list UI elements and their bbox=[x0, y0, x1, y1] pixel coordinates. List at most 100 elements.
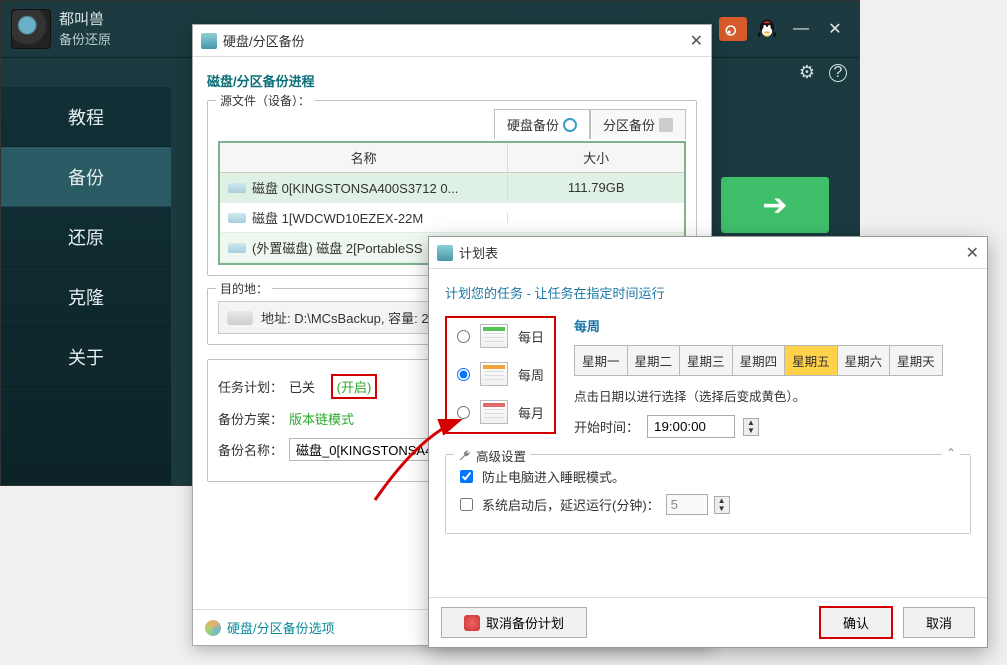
destination-value: 地址: D:\MCsBackup, 容量: 28 bbox=[261, 308, 436, 327]
delay-spinner[interactable]: ▲▼ bbox=[714, 496, 730, 514]
backup-options-link[interactable]: 硬盘/分区备份选项 bbox=[227, 618, 335, 637]
delay-checkbox[interactable] bbox=[460, 498, 473, 511]
wrench-icon bbox=[458, 449, 472, 463]
week-title: 每周 bbox=[574, 316, 971, 335]
disk-row-1[interactable]: 磁盘 1[WDCWD10EZEX-22M bbox=[220, 203, 684, 233]
recurrence-monthly[interactable]: 每月 bbox=[457, 400, 544, 424]
recurrence-daily[interactable]: 每日 bbox=[457, 324, 544, 348]
week-panel: 每周 星期一 星期二 星期三 星期四 星期五 星期六 星期天 点击日期以进行选择… bbox=[574, 316, 971, 438]
recurrence-daily-label: 每日 bbox=[518, 327, 544, 346]
backup-dialog-title: 硬盘/分区备份 bbox=[223, 31, 305, 50]
day-tue[interactable]: 星期二 bbox=[628, 345, 681, 376]
schedule-description: 计划您的任务 - 让任务在指定时间运行 bbox=[445, 283, 971, 302]
schedule-dialog-close[interactable]: ✕ bbox=[966, 243, 979, 263]
calendar-weekly-icon bbox=[480, 362, 508, 386]
close-button[interactable]: ✕ bbox=[821, 17, 849, 41]
calendar-monthly-icon bbox=[480, 400, 508, 424]
disk-row-0[interactable]: 磁盘 0[KINGSTONSA400S3712 0... 111.79GB bbox=[220, 173, 684, 203]
start-time-input[interactable] bbox=[647, 415, 735, 438]
cancel-backup-plan-button[interactable]: 取消备份计划 bbox=[441, 607, 587, 638]
cancel-plan-icon bbox=[464, 615, 480, 631]
qq-icon[interactable] bbox=[753, 17, 781, 41]
schedule-dialog: 计划表 ✕ 计划您的任务 - 让任务在指定时间运行 每日 每周 bbox=[428, 236, 988, 648]
advanced-collapse-icon[interactable]: ⌃ bbox=[942, 446, 960, 460]
app-logo-icon bbox=[11, 9, 51, 49]
drive-icon bbox=[227, 311, 253, 325]
cancel-plan-label: 取消备份计划 bbox=[486, 613, 564, 632]
schedule-dialog-title: 计划表 bbox=[459, 243, 498, 262]
tab-disk-label: 硬盘备份 bbox=[507, 115, 559, 134]
disk-row-0-size: 111.79GB bbox=[507, 175, 684, 200]
tab-part-label: 分区备份 bbox=[603, 115, 655, 134]
recurrence-weekly-label: 每周 bbox=[518, 365, 544, 384]
settings-icon[interactable]: ⚙ bbox=[799, 62, 815, 83]
prevent-sleep-label: 防止电脑进入睡眠模式。 bbox=[482, 467, 625, 486]
task-plan-status: 已关 bbox=[289, 377, 315, 396]
advanced-group: 高级设置 ⌃ 防止电脑进入睡眠模式。 系统启动后，延迟运行(分钟)： ▲▼ bbox=[445, 454, 971, 534]
nav-tutorial[interactable]: 教程 bbox=[1, 87, 171, 147]
delay-minutes-input[interactable] bbox=[666, 494, 708, 515]
col-size-header: 大小 bbox=[507, 143, 684, 172]
day-mon[interactable]: 星期一 bbox=[574, 345, 628, 376]
backup-name-label: 备份名称： bbox=[218, 440, 283, 459]
schedule-dialog-icon bbox=[437, 245, 453, 261]
day-fri[interactable]: 星期五 bbox=[785, 345, 838, 376]
spin-down-icon[interactable]: ▼ bbox=[744, 427, 758, 435]
calendar-daily-icon bbox=[480, 324, 508, 348]
backup-heading: 磁盘/分区备份进程 bbox=[207, 71, 697, 90]
recurrence-monthly-label: 每月 bbox=[518, 403, 544, 422]
tab-disk-backup[interactable]: 硬盘备份 bbox=[494, 109, 590, 139]
col-name-header: 名称 bbox=[220, 143, 507, 172]
recurrence-weekly[interactable]: 每周 bbox=[457, 362, 544, 386]
task-plan-toggle[interactable]: (开启) bbox=[331, 374, 378, 399]
day-thu[interactable]: 星期四 bbox=[733, 345, 786, 376]
schedule-footer: 取消备份计划 确认 取消 bbox=[429, 597, 987, 647]
nav-restore[interactable]: 还原 bbox=[1, 207, 171, 267]
delay-label: 系统启动后，延迟运行(分钟)： bbox=[482, 495, 660, 514]
disk-row-1-name: 磁盘 1[WDCWD10EZEX-22M bbox=[252, 208, 423, 227]
app-sidebar: 教程 备份 还原 克隆 关于 bbox=[1, 87, 171, 485]
disk-icon bbox=[228, 213, 246, 223]
disk-tab-icon bbox=[563, 118, 577, 132]
recurrence-box: 每日 每周 每月 bbox=[445, 316, 556, 434]
backup-plan-value[interactable]: 版本链模式 bbox=[289, 409, 354, 428]
schedule-dialog-titlebar: 计划表 ✕ bbox=[429, 237, 987, 269]
disk-row-0-name: 磁盘 0[KINGSTONSA400S3712 0... bbox=[252, 178, 458, 197]
proceed-button[interactable]: ➔ bbox=[721, 177, 829, 233]
partition-tab-icon bbox=[659, 118, 673, 132]
week-note: 点击日期以进行选择（选择后变成黄色）。 bbox=[574, 386, 971, 405]
day-sun[interactable]: 星期天 bbox=[890, 345, 943, 376]
radio-weekly[interactable] bbox=[457, 368, 470, 381]
options-icon bbox=[205, 620, 221, 636]
day-sat[interactable]: 星期六 bbox=[838, 345, 891, 376]
spin-down-icon[interactable]: ▼ bbox=[715, 505, 729, 513]
source-legend: 源文件（设备）： bbox=[216, 92, 314, 109]
app-title: 都叫兽 bbox=[59, 11, 111, 29]
cancel-button[interactable]: 取消 bbox=[903, 607, 975, 638]
weibo-icon[interactable] bbox=[719, 17, 747, 41]
radio-daily[interactable] bbox=[457, 330, 470, 343]
disk-icon bbox=[228, 183, 246, 193]
backup-dialog-close[interactable]: ✕ bbox=[690, 31, 703, 51]
ok-button[interactable]: 确认 bbox=[819, 606, 893, 639]
minimize-button[interactable]: — bbox=[787, 17, 815, 41]
app-title-block: 都叫兽 备份还原 bbox=[59, 11, 111, 48]
disk-row-2-name: (外置磁盘) 磁盘 2[PortableSS bbox=[252, 238, 423, 257]
dest-legend: 目的地： bbox=[216, 280, 272, 297]
disk-row-1-size bbox=[507, 213, 684, 223]
prevent-sleep-checkbox[interactable] bbox=[460, 470, 473, 483]
start-time-label: 开始时间： bbox=[574, 417, 639, 436]
task-plan-label: 任务计划： bbox=[218, 377, 283, 396]
tab-partition-backup[interactable]: 分区备份 bbox=[590, 109, 686, 139]
backup-dialog-icon bbox=[201, 33, 217, 49]
nav-clone[interactable]: 克隆 bbox=[1, 267, 171, 327]
backup-plan-label: 备份方案： bbox=[218, 409, 283, 428]
app-subtitle: 备份还原 bbox=[59, 29, 111, 48]
help-icon[interactable]: ? bbox=[829, 64, 847, 82]
radio-monthly[interactable] bbox=[457, 406, 470, 419]
time-spinner[interactable]: ▲▼ bbox=[743, 418, 759, 436]
day-wed[interactable]: 星期三 bbox=[680, 345, 733, 376]
nav-about[interactable]: 关于 bbox=[1, 327, 171, 387]
nav-backup[interactable]: 备份 bbox=[1, 147, 171, 207]
disk-table-header: 名称 大小 bbox=[220, 143, 684, 173]
